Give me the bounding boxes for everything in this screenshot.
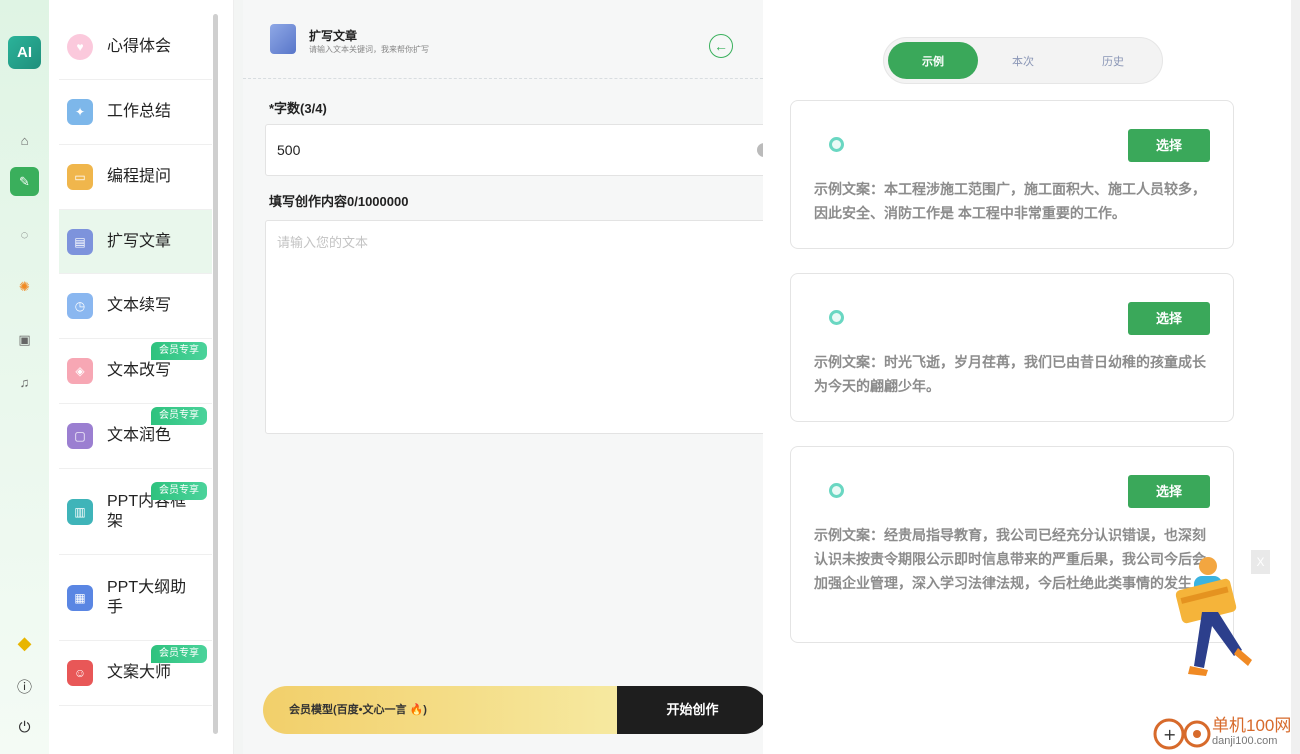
start-create-button[interactable]: 开始创作 xyxy=(617,686,768,734)
calendar-icon: ◷ xyxy=(67,293,93,319)
vip-badge: 会员专享 xyxy=(151,645,207,663)
example-text: 示例文案：本工程涉施工范围广，施工面积大、施工人员较多，因此安全、消防工作是 本… xyxy=(814,181,1206,221)
window-edge xyxy=(1291,0,1300,754)
category-label: 心得体会 xyxy=(107,37,172,55)
page-subtitle: 请输入文本关键词，我来帮你扩写 xyxy=(309,45,429,54)
category-label: 编程提问 xyxy=(107,168,172,185)
outline-icon: ▦ xyxy=(67,584,93,611)
word-count-input[interactable]: 500 xyxy=(265,124,775,176)
vip-badge: 会员专享 xyxy=(151,342,207,360)
category-item-ppt-dagang[interactable]: ▦ PPT大纲助手 xyxy=(59,555,212,641)
form-header: 扩写文章 请输入文本关键词，我来帮你扩写 ← xyxy=(243,0,763,79)
tab-examples[interactable]: 示例 xyxy=(888,42,978,79)
music-icon[interactable]: ♫ xyxy=(10,368,39,397)
person-icon: ☺ xyxy=(67,660,93,686)
app-logo[interactable]: AI xyxy=(8,36,41,69)
svg-text:+: + xyxy=(1163,725,1176,744)
category-item-ppt-kuangjia[interactable]: ▥ PPT内容框架 会员专享 xyxy=(59,469,212,555)
worker-icon: ✦ xyxy=(67,99,93,125)
page-title: 扩写文章 xyxy=(309,29,358,43)
vip-badge: 会员专享 xyxy=(151,482,207,500)
book-icon: ▤ xyxy=(67,228,93,255)
word-count-label: *字数(3/4) xyxy=(269,101,327,116)
back-arrow-icon[interactable]: ← xyxy=(709,34,733,58)
laptop-icon: ▭ xyxy=(67,164,93,190)
robot-icon xyxy=(829,137,844,152)
chat-icon[interactable]: ◌ xyxy=(10,220,39,249)
select-button[interactable]: 选择 xyxy=(1128,129,1210,162)
book-icon xyxy=(270,24,296,54)
category-item-kuoxie[interactable]: ▤ 扩写文章 xyxy=(59,210,212,274)
heart-icon: ♥ xyxy=(67,33,93,60)
category-label: 文本润色 xyxy=(107,427,172,444)
watermark-url: danji100.com xyxy=(1212,735,1278,747)
promo-mascot[interactable] xyxy=(1172,556,1264,680)
tab-history[interactable]: 历史 xyxy=(1068,42,1158,79)
vip-badge: 会员专享 xyxy=(151,407,207,425)
home-icon[interactable]: ⌂ xyxy=(10,126,39,155)
main-form: 扩写文章 请输入文本关键词，我来帮你扩写 ← *字数(3/4) 500 填写创作… xyxy=(243,0,775,754)
category-item-runse[interactable]: ▢ 文本润色 会员专享 xyxy=(59,404,212,469)
category-item-xuxie[interactable]: ◷ 文本续写 xyxy=(59,274,212,339)
watermark-title: 单机100网 xyxy=(1212,716,1292,735)
category-label: 工作总结 xyxy=(107,103,172,120)
robot-icon xyxy=(829,483,844,498)
robot-icon xyxy=(829,310,844,325)
star-icon[interactable]: ✺ xyxy=(10,272,39,301)
example-text: 示例文案：经贵局指导教育，我公司已经充分认识错误，也深刻认识未按责令期限公示即时… xyxy=(814,527,1206,591)
category-item-gongzuo[interactable]: ✦ 工作总结 xyxy=(59,80,212,145)
example-text: 示例文案：时光飞逝，岁月荏苒，我们已由昔日幼稚的孩童成长为今天的翩翩少年。 xyxy=(814,354,1206,394)
tab-current[interactable]: 本次 xyxy=(978,42,1068,79)
danji-logo-icon: + xyxy=(1153,718,1211,750)
watermark: + 单机100网 danji100.com xyxy=(1152,713,1291,751)
example-tabs: 示例 本次 历史 xyxy=(883,37,1163,84)
ppt-icon: ▥ xyxy=(67,498,93,525)
card-icon: ◈ xyxy=(67,358,93,384)
category-scrollbar[interactable] xyxy=(213,14,218,734)
category-label: 文本续写 xyxy=(107,297,172,314)
content-label: 填写创作内容0/1000000 xyxy=(269,194,409,209)
model-select[interactable]: 会员模型(百度•文心一言 🔥) xyxy=(263,686,617,734)
category-list: ♥ 心得体会 ✦ 工作总结 ▭ 编程提问 ▤ 扩写文章 ◷ 文本续写 ◈ 文本改… xyxy=(49,0,234,754)
content-textarea[interactable]: 请输入您的文本 xyxy=(265,220,775,434)
category-label: 扩写文章 xyxy=(107,232,172,250)
image-icon[interactable]: ▣ xyxy=(10,325,39,354)
info-icon[interactable]: ⓘ xyxy=(10,672,39,701)
select-button[interactable]: 选择 xyxy=(1128,475,1210,508)
category-label: 文本改写 xyxy=(107,362,172,379)
vip-icon[interactable]: ◆ xyxy=(10,629,39,658)
category-label: PPT大纲助手 xyxy=(107,578,187,616)
category-label: 文案大师 xyxy=(107,664,172,681)
category-item-xinde[interactable]: ♥ 心得体会 xyxy=(59,14,212,80)
icon-rail: AI ⌂ ✎ ◌ ✺ ▣ ♫ ◆ ⓘ ⏻ xyxy=(0,0,49,754)
select-button[interactable]: 选择 xyxy=(1128,302,1210,335)
example-card: 选择 示例文案：本工程涉施工范围广，施工面积大、施工人员较多，因此安全、消防工作… xyxy=(790,100,1234,249)
example-card: 选择 示例文案：时光飞逝，岁月荏苒，我们已由昔日幼稚的孩童成长为今天的翩翩少年。 xyxy=(790,273,1234,422)
doc-icon[interactable]: ✎ xyxy=(10,167,39,196)
power-icon[interactable]: ⏻ xyxy=(10,713,39,742)
category-item-wenan[interactable]: ☺ 文案大师 会员专享 xyxy=(59,641,212,706)
category-item-gaixie[interactable]: ◈ 文本改写 会员专享 xyxy=(59,339,212,404)
example-card: 选择 示例文案：经贵局指导教育，我公司已经充分认识错误，也深刻认识未按责令期限公… xyxy=(790,446,1234,643)
bottom-action-bar: 会员模型(百度•文心一言 🔥) 开始创作 xyxy=(263,686,768,734)
frame-icon: ▢ xyxy=(67,423,93,449)
category-item-biancheng[interactable]: ▭ 编程提问 xyxy=(59,145,212,210)
